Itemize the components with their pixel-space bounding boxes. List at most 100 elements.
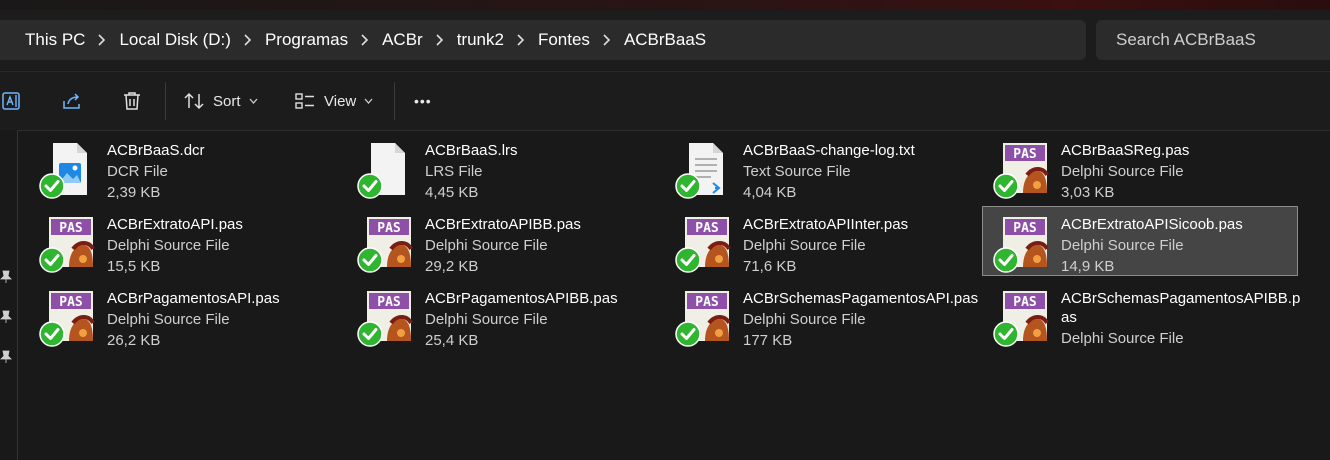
sync-status-icon [39, 173, 65, 199]
file-size: 71,6 KB [743, 258, 797, 275]
more-icon: ••• [414, 93, 432, 109]
file-item[interactable]: PAS ACBrPagamentosAPI.pas Delphi Source Fi… [28, 280, 344, 350]
pas-file-icon: PAS [357, 217, 413, 273]
file-type: Delphi Source File [1061, 237, 1184, 254]
rename-button[interactable] [0, 82, 26, 120]
file-name: ACBrExtratoAPIInter.pas [743, 216, 909, 233]
pas-badge-text: PAS [59, 221, 83, 236]
pas-badge-text: PAS [1013, 295, 1037, 310]
file-name: ACBrExtratoAPIBB.pas [425, 216, 581, 233]
share-button[interactable] [60, 82, 84, 120]
file-size: 4,04 KB [743, 184, 797, 201]
file-item[interactable]: ACBrBaaS.lrs LRS File 4,45 KB [346, 132, 662, 202]
file-name: ACBrSchemasPagamentosAPI.pas [743, 290, 979, 307]
file-item[interactable]: PAS ACBrSchemasPagamentosAPIBB.pas Delphi … [982, 280, 1301, 350]
breadcrumb-acbr[interactable]: ACBr [382, 30, 423, 50]
file-size: 26,2 KB [107, 332, 161, 349]
file-size: 2,39 KB [107, 184, 161, 201]
pas-file-icon: PAS [993, 143, 1049, 199]
sort-icon [184, 92, 204, 110]
pin-icon[interactable] [0, 310, 12, 324]
file-size: 14,9 KB [1061, 258, 1115, 275]
sync-status-icon [357, 247, 383, 273]
file-name: ACBrExtratoAPI.pas [107, 216, 243, 233]
title-bar-strip [0, 0, 1330, 10]
file-item[interactable]: ACBrBaaS.dcr DCR File 2,39 KB [28, 132, 344, 202]
view-label: View [324, 92, 357, 110]
file-size: 4,45 KB [425, 184, 479, 201]
breadcrumb-programas[interactable]: Programas [265, 30, 348, 50]
file-item[interactable]: ACBrBaaS-change-log.txt Text Source File 4… [664, 132, 980, 202]
file-type: Delphi Source File [425, 311, 548, 328]
chevron-right-icon[interactable] [231, 34, 265, 46]
file-name: ACBrBaaSReg.pas [1061, 142, 1190, 159]
chevron-right-icon[interactable] [423, 34, 457, 46]
file-item[interactable]: PAS ACBrExtratoAPI.pas Delphi Source File 1… [28, 206, 344, 276]
file-item[interactable]: PAS ACBrExtratoAPIBB.pas Delphi Source Fil… [346, 206, 662, 276]
pas-file-icon: PAS [993, 291, 1049, 347]
share-icon [63, 93, 80, 109]
more-options-button[interactable]: ••• [414, 82, 432, 120]
file-item[interactable]: PAS ACBrExtratoAPISicoob.pas Delphi Source… [982, 206, 1298, 276]
chevron-right-icon[interactable] [348, 34, 382, 46]
pin-icon[interactable] [0, 350, 12, 364]
file-size: 3,03 KB [1061, 184, 1115, 201]
chevron-right-icon[interactable] [85, 34, 119, 46]
sync-status-icon [675, 247, 701, 273]
file-size: 15,5 KB [107, 258, 161, 275]
sync-status-icon [357, 321, 383, 347]
file-name: ACBrSchemasPagamentosAPIBB.pas [1061, 290, 1301, 326]
chevron-right-icon[interactable] [504, 34, 538, 46]
pas-badge-text: PAS [695, 221, 719, 236]
file-type: DCR File [107, 163, 168, 180]
sync-status-icon [357, 173, 383, 199]
file-name: ACBrBaaS-change-log.txt [743, 142, 915, 159]
pas-file-icon: PAS [39, 291, 95, 347]
sync-status-icon [993, 173, 1019, 199]
sync-status-icon [993, 321, 1019, 347]
breadcrumb-fontes[interactable]: Fontes [538, 30, 590, 50]
breadcrumb-trunk2[interactable]: trunk2 [457, 30, 504, 50]
sync-status-icon [39, 321, 65, 347]
image-file-icon [39, 143, 87, 199]
chevron-right-icon[interactable] [590, 34, 624, 46]
delete-icon [124, 92, 140, 110]
view-button[interactable]: View [294, 82, 373, 120]
breadcrumb-local-disk[interactable]: Local Disk (D:) [119, 30, 230, 50]
view-icon [295, 93, 314, 109]
file-type: Delphi Source File [107, 311, 230, 328]
file-name: ACBrBaaS.lrs [425, 142, 518, 159]
pin-icon[interactable] [0, 270, 12, 284]
file-type: Delphi Source File [743, 311, 866, 328]
pas-file-icon: PAS [39, 217, 95, 273]
chevron-down-icon [364, 98, 373, 104]
pas-badge-text: PAS [695, 295, 719, 310]
file-item[interactable]: PAS ACBrSchemasPagamentosAPI.pas Delphi So… [664, 280, 980, 350]
file-item[interactable]: PAS ACBrBaaSReg.pas Delphi Source File 3,03… [982, 132, 1298, 202]
file-item[interactable]: PAS ACBrPagamentosAPIBB.pas Delphi Source … [346, 280, 662, 350]
file-type: Delphi Source File [743, 237, 866, 254]
breadcrumb-this-pc[interactable]: This PC [25, 30, 85, 50]
file-name: ACBrExtratoAPISicoob.pas [1061, 216, 1243, 233]
file-type: Delphi Source File [1061, 163, 1184, 180]
sync-status-icon [993, 247, 1019, 273]
command-bar: Sort View ••• [0, 71, 1330, 131]
pas-badge-text: PAS [1013, 147, 1037, 162]
search-box[interactable] [1096, 20, 1330, 60]
pas-badge-text: PAS [1013, 221, 1037, 236]
file-size: 29,2 KB [425, 258, 479, 275]
toolbar-divider [165, 82, 166, 120]
file-size: 25,4 KB [425, 332, 479, 349]
file-type: Delphi Source File [425, 237, 548, 254]
navigation-pane[interactable] [0, 130, 18, 460]
pas-file-icon: PAS [357, 291, 413, 347]
search-input[interactable] [1114, 29, 1330, 51]
file-type: LRS File [425, 163, 483, 180]
delete-button[interactable] [120, 82, 144, 120]
file-item[interactable]: PAS ACBrExtratoAPIInter.pas Delphi Source … [664, 206, 980, 276]
address-bar[interactable]: This PC Local Disk (D:) Programas ACBr t… [0, 20, 1086, 60]
sort-button[interactable]: Sort [183, 82, 258, 120]
file-name: ACBrBaaS.dcr [107, 142, 205, 159]
breadcrumb-acbrbaas[interactable]: ACBrBaaS [624, 30, 706, 50]
file-size: 177 KB [743, 332, 793, 349]
